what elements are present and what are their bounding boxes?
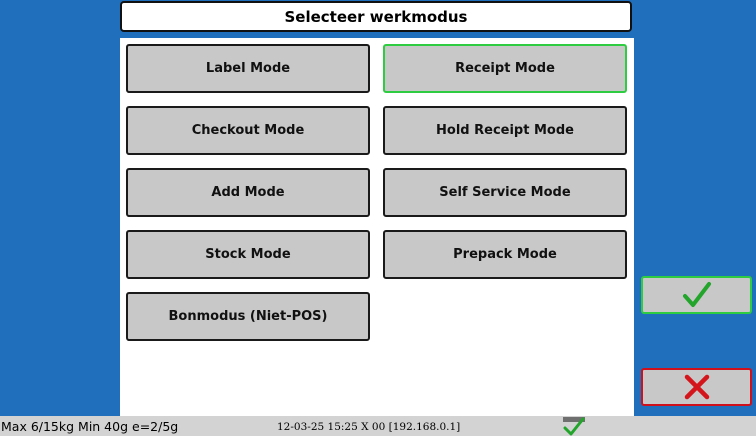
dialog-title: Selecteer werkmodus <box>120 1 632 32</box>
datetime-info: 12-03-25 15:25 X 00 [192.168.0.1] <box>277 421 461 433</box>
scale-info: Max 6/15kg Min 40g e=2/5g <box>1 419 179 434</box>
add-mode-button[interactable]: Add Mode <box>126 168 370 217</box>
confirm-button[interactable] <box>641 276 752 314</box>
label-mode-button[interactable]: Label Mode <box>126 44 370 93</box>
checkmark-icon <box>682 282 711 307</box>
close-icon <box>684 374 709 400</box>
checkout-mode-button[interactable]: Checkout Mode <box>126 106 370 155</box>
bonmodus-button[interactable]: Bonmodus (Niet-POS) <box>126 292 370 341</box>
receipt-mode-button[interactable]: Receipt Mode <box>383 44 627 93</box>
self-service-mode-button[interactable]: Self Service Mode <box>383 168 627 217</box>
status-bar: Max 6/15kg Min 40g e=2/5g 12-03-25 15:25… <box>0 416 756 436</box>
prepack-mode-button[interactable]: Prepack Mode <box>383 230 627 279</box>
mode-panel <box>120 38 634 416</box>
stock-mode-button[interactable]: Stock Mode <box>126 230 370 279</box>
hold-receipt-mode-button[interactable]: Hold Receipt Mode <box>383 106 627 155</box>
cancel-button[interactable] <box>641 368 752 406</box>
status-checkmark-icon <box>563 417 585 436</box>
